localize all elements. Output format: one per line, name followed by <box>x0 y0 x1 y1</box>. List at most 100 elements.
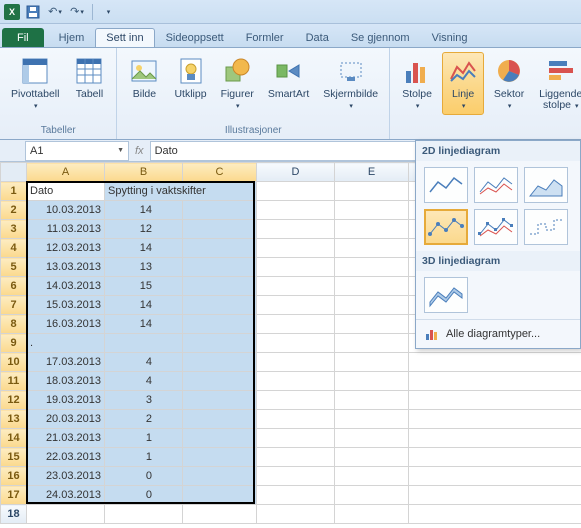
all-chart-types-button[interactable]: Alle diagramtyper... <box>416 319 580 348</box>
cell-extra-17[interactable] <box>409 486 581 505</box>
cell-B1[interactable]: Spytting i vaktskifter <box>105 182 257 201</box>
clipart-button[interactable]: Utklipp <box>169 52 211 103</box>
cell-E13[interactable] <box>335 410 409 429</box>
cell-C14[interactable] <box>183 429 257 448</box>
fx-button[interactable]: fx <box>135 145 144 157</box>
cell-empty[interactable] <box>335 505 409 524</box>
tab-data[interactable]: Data <box>295 28 340 47</box>
row-header-18[interactable]: 18 <box>1 505 27 524</box>
cell-extra-12[interactable] <box>409 391 581 410</box>
cell-C13[interactable] <box>183 410 257 429</box>
line-chart-button[interactable]: Linje▾ <box>442 52 484 115</box>
cell-D4[interactable] <box>257 239 335 258</box>
cell-E15[interactable] <box>335 448 409 467</box>
cell-A13[interactable]: 20.03.2013 <box>27 410 105 429</box>
cell-A8[interactable]: 16.03.2013 <box>27 315 105 334</box>
cell-C10[interactable] <box>183 353 257 372</box>
line-2d-opt-5[interactable] <box>474 209 518 245</box>
cell-B17[interactable]: 0 <box>105 486 183 505</box>
bar-chart-button[interactable]: Liggendestolpe ▾ <box>534 52 581 115</box>
column-chart-button[interactable]: Stolpe▾ <box>396 52 438 115</box>
row-header-2[interactable]: 2 <box>1 201 27 220</box>
cell-A1[interactable]: Dato <box>27 182 105 201</box>
cell-B9[interactable] <box>105 334 183 353</box>
tab-se-gjennom[interactable]: Se gjennom <box>340 28 421 47</box>
row-header-17[interactable]: 17 <box>1 486 27 505</box>
row-header-8[interactable]: 8 <box>1 315 27 334</box>
cell-D5[interactable] <box>257 258 335 277</box>
cell-D13[interactable] <box>257 410 335 429</box>
select-all-corner[interactable] <box>1 163 27 182</box>
row-header-12[interactable]: 12 <box>1 391 27 410</box>
cell-E8[interactable] <box>335 315 409 334</box>
cell-B11[interactable]: 4 <box>105 372 183 391</box>
cell-B5[interactable]: 13 <box>105 258 183 277</box>
cell-D8[interactable] <box>257 315 335 334</box>
smartart-button[interactable]: SmartArt <box>263 52 314 103</box>
cell-E5[interactable] <box>335 258 409 277</box>
cell-D12[interactable] <box>257 391 335 410</box>
cell-E17[interactable] <box>335 486 409 505</box>
cell-E2[interactable] <box>335 201 409 220</box>
cell-B13[interactable]: 2 <box>105 410 183 429</box>
cell-empty[interactable] <box>257 505 335 524</box>
cell-C3[interactable] <box>183 220 257 239</box>
cell-C15[interactable] <box>183 448 257 467</box>
cell-A11[interactable]: 18.03.2013 <box>27 372 105 391</box>
row-header-5[interactable]: 5 <box>1 258 27 277</box>
cell-A12[interactable]: 19.03.2013 <box>27 391 105 410</box>
undo-button[interactable]: ↶▾ <box>46 3 64 21</box>
cell-D14[interactable] <box>257 429 335 448</box>
cell-extra-13[interactable] <box>409 410 581 429</box>
row-header-7[interactable]: 7 <box>1 296 27 315</box>
cell-C8[interactable] <box>183 315 257 334</box>
tab-file[interactable]: Fil <box>2 28 44 47</box>
cell-A17[interactable]: 24.03.2013 <box>27 486 105 505</box>
row-header-4[interactable]: 4 <box>1 239 27 258</box>
tab-hjem[interactable]: Hjem <box>48 28 96 47</box>
cell-empty[interactable] <box>27 505 105 524</box>
screenshot-button[interactable]: Skjermbilde▾ <box>318 52 383 115</box>
cell-extra-11[interactable] <box>409 372 581 391</box>
cell-C4[interactable] <box>183 239 257 258</box>
picture-button[interactable]: Bilde <box>123 52 165 103</box>
tab-visning[interactable]: Visning <box>421 28 479 47</box>
col-header-E[interactable]: E <box>335 163 409 182</box>
cell-B12[interactable]: 3 <box>105 391 183 410</box>
tab-sett-inn[interactable]: Sett inn <box>95 28 154 47</box>
cell-A3[interactable]: 11.03.2013 <box>27 220 105 239</box>
cell-A14[interactable]: 21.03.2013 <box>27 429 105 448</box>
line-2d-opt-6[interactable] <box>524 209 568 245</box>
cell-B16[interactable]: 0 <box>105 467 183 486</box>
cell-A9[interactable]: . <box>27 334 105 353</box>
cell-D11[interactable] <box>257 372 335 391</box>
tab-sideoppsett[interactable]: Sideoppsett <box>155 28 235 47</box>
cell-A4[interactable]: 12.03.2013 <box>27 239 105 258</box>
save-button[interactable] <box>24 3 42 21</box>
cell-E1[interactable] <box>335 182 409 201</box>
line-2d-opt-4-markers[interactable] <box>424 209 468 245</box>
cell-D17[interactable] <box>257 486 335 505</box>
line-2d-opt-3[interactable] <box>524 167 568 203</box>
cell-extra-16[interactable] <box>409 467 581 486</box>
cell-D15[interactable] <box>257 448 335 467</box>
cell-E6[interactable] <box>335 277 409 296</box>
cell-C7[interactable] <box>183 296 257 315</box>
cell-B15[interactable]: 1 <box>105 448 183 467</box>
cell-empty[interactable] <box>183 505 257 524</box>
row-header-14[interactable]: 14 <box>1 429 27 448</box>
cell-D1[interactable] <box>257 182 335 201</box>
cell-E7[interactable] <box>335 296 409 315</box>
cell-A7[interactable]: 15.03.2013 <box>27 296 105 315</box>
cell-extra-10[interactable] <box>409 353 581 372</box>
row-header-13[interactable]: 13 <box>1 410 27 429</box>
shapes-button[interactable]: Figurer▾ <box>216 52 259 115</box>
cell-B3[interactable]: 12 <box>105 220 183 239</box>
cell-A2[interactable]: 10.03.2013 <box>27 201 105 220</box>
cell-D6[interactable] <box>257 277 335 296</box>
cell-A10[interactable]: 17.03.2013 <box>27 353 105 372</box>
cell-empty[interactable] <box>409 505 581 524</box>
cell-E16[interactable] <box>335 467 409 486</box>
cell-B2[interactable]: 14 <box>105 201 183 220</box>
cell-E12[interactable] <box>335 391 409 410</box>
